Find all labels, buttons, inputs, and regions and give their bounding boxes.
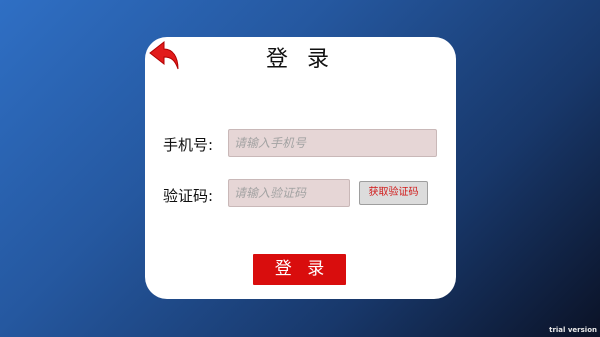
code-label: 验证码:	[163, 187, 214, 205]
login-button[interactable]: 登 录	[253, 254, 346, 285]
get-code-button[interactable]: 获取验证码	[359, 181, 428, 205]
phone-input[interactable]	[228, 129, 437, 157]
trial-version-watermark: trial version	[549, 326, 597, 334]
code-input[interactable]	[228, 179, 350, 207]
login-card: 登 录 手机号: 验证码: 获取验证码 登 录	[145, 37, 456, 299]
phone-label: 手机号:	[163, 136, 214, 154]
page-title: 登 录	[266, 47, 335, 72]
